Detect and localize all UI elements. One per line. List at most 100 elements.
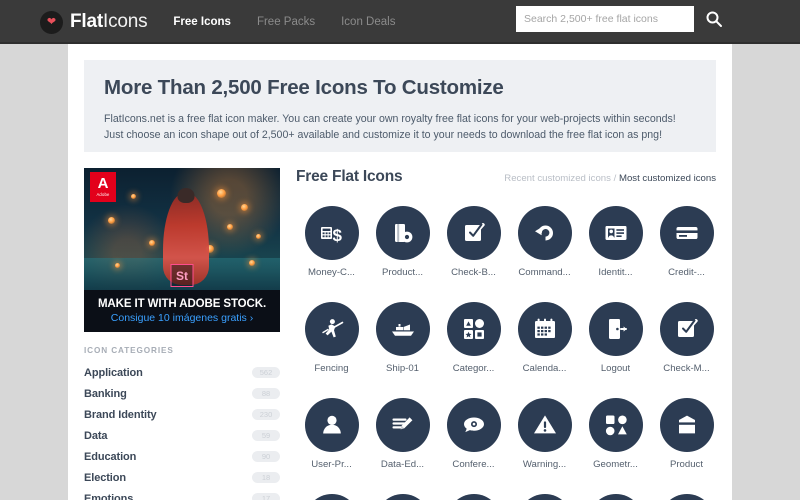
section-title: Free Flat Icons <box>296 168 403 185</box>
ad-caption-area: MAKE IT WITH ADOBE STOCK. Consigue 10 im… <box>84 290 280 332</box>
icon-tile-ship[interactable]: Ship-01 <box>367 302 438 374</box>
search-button[interactable] <box>704 9 724 29</box>
main-navigation: Free Icons Free Packs Icon Deals <box>173 16 395 28</box>
geometry-shapes-icon <box>605 415 627 436</box>
product-package-icon <box>678 415 695 434</box>
ad-cta-link[interactable]: Consigue 10 imágenes gratis › <box>111 312 253 324</box>
fencing-icon <box>321 319 343 338</box>
icon-tile-categories[interactable]: Categor... <box>438 302 509 374</box>
icon-tile-product[interactable]: Product <box>651 398 722 470</box>
categories-grid-icon <box>463 319 484 339</box>
icon-circle <box>375 302 430 356</box>
money-calculator-icon: $ <box>320 226 342 245</box>
brand-logo[interactable]: ❤ FlatIcons <box>40 10 148 34</box>
warning-triangle-icon <box>533 415 556 434</box>
sidebar-item-emotions[interactable]: Emotions 17 <box>84 488 280 500</box>
icon-label: Money-C... <box>308 267 355 278</box>
icon-circle <box>446 494 501 500</box>
hero-line-1: FlatIcons.net is a free flat icon maker.… <box>104 113 676 125</box>
top-header-bar: ❤ FlatIcons Free Icons Free Packs Icon D… <box>0 0 800 44</box>
icon-tile-fencing[interactable]: Fencing <box>296 302 367 374</box>
icon-circle <box>517 206 572 260</box>
icon-tile-user-profile[interactable]: User-Pr... <box>296 398 367 470</box>
icon-tile-maps[interactable]: Maps <box>367 494 438 500</box>
icon-circle <box>446 206 501 260</box>
lantern-icon <box>107 217 115 225</box>
icon-grid: $ Money-C... Product... Check-B... Comma… <box>296 206 716 500</box>
sidebar-item-election[interactable]: Election 18 <box>84 467 280 488</box>
lantern-icon <box>240 204 248 212</box>
category-label: Brand Identity <box>84 408 157 421</box>
icon-tile-money-calculator[interactable]: $ Money-C... <box>296 206 367 278</box>
user-profile-icon <box>322 415 341 434</box>
icon-circle <box>446 302 501 356</box>
category-count-badge: 18 <box>252 472 280 483</box>
category-count-badge: 230 <box>252 409 280 420</box>
svg-text:$: $ <box>332 226 342 245</box>
category-label: Election <box>84 471 126 484</box>
icon-label: Command... <box>518 267 571 278</box>
icon-tile-document[interactable]: Documen... <box>296 494 367 500</box>
icon-tile-identity-card[interactable]: Identit... <box>580 206 651 278</box>
lantern-icon <box>148 240 155 247</box>
hero-line-2: Just choose an icon shape out of 2,500+ … <box>104 129 663 141</box>
icon-label: Data-Ed... <box>380 459 425 470</box>
icon-tile-check-mark[interactable]: Check-M... <box>651 302 722 374</box>
sidebar-item-data[interactable]: Data 59 <box>84 425 280 446</box>
category-count-badge: 59 <box>252 430 280 441</box>
sort-recent-link[interactable]: Recent customized icons <box>504 173 611 184</box>
icon-tile-conference[interactable]: Confere... <box>438 398 509 470</box>
icon-tile-calendar[interactable]: Calenda... <box>509 302 580 374</box>
icon-circle <box>517 302 572 356</box>
sidebar-item-application[interactable]: Application 562 <box>84 362 280 383</box>
sidebar-item-banking[interactable]: Banking 88 <box>84 383 280 404</box>
nav-item-icon-deals[interactable]: Icon Deals <box>341 16 395 28</box>
advertisement-banner[interactable]: A Adobe St MAKE IT WITH ADOBE STOCK. Con… <box>84 168 280 332</box>
icon-circle <box>659 398 714 452</box>
ship-icon <box>391 324 414 336</box>
category-count-badge: 90 <box>252 451 280 462</box>
icon-tile-logout[interactable]: Logout <box>580 302 651 374</box>
data-edit-icon <box>392 417 412 430</box>
sort-most-link[interactable]: Most customized icons <box>619 173 716 184</box>
icon-circle <box>588 398 643 452</box>
icon-tile-geometry[interactable]: Geometr... <box>580 398 651 470</box>
conference-chat-icon <box>463 417 484 433</box>
sidebar-item-education[interactable]: Education 90 <box>84 446 280 467</box>
icon-tile-team-view[interactable]: Team-Vi... <box>438 494 509 500</box>
icon-tile-data-edit[interactable]: Data-Ed... <box>367 398 438 470</box>
identity-card-icon <box>605 226 626 240</box>
sort-links: Recent customized icons / Most customize… <box>504 173 716 184</box>
icon-circle <box>304 494 359 500</box>
sidebar-item-brand-identity[interactable]: Brand Identity 230 <box>84 404 280 425</box>
icon-circle: $ <box>304 206 359 260</box>
icon-label: Fencing <box>314 363 349 374</box>
search-input[interactable] <box>516 6 694 32</box>
icon-tile-import[interactable]: Import <box>509 494 580 500</box>
sidebar-section-title: ICON CATEGORIES <box>84 346 174 355</box>
adobe-logo: A Adobe <box>90 172 116 202</box>
check-box-icon <box>464 223 485 241</box>
category-label: Emotions <box>84 492 134 500</box>
icon-tile-command-undo[interactable]: Command... <box>509 206 580 278</box>
sort-separator: / <box>613 173 617 184</box>
icon-tile-warning[interactable]: Warning... <box>509 398 580 470</box>
icon-tile-product-box[interactable]: Product... <box>367 206 438 278</box>
icon-tile-credit-card[interactable]: Credit-... <box>651 206 722 278</box>
undo-arrow-icon <box>534 225 553 241</box>
icon-label: Calenda... <box>522 363 567 374</box>
category-label: Application <box>84 366 143 379</box>
icon-tile-check-box[interactable]: Check-B... <box>438 206 509 278</box>
icon-browser: Free Flat Icons Recent customized icons … <box>296 168 716 500</box>
search-icon <box>706 11 722 27</box>
adobe-logo-mark: A <box>97 174 109 192</box>
nav-item-free-icons[interactable]: Free Icons <box>173 16 231 28</box>
product-box-icon <box>394 224 412 243</box>
icon-label: Check-M... <box>663 363 710 374</box>
icon-label: User-Pr... <box>311 459 352 470</box>
icon-tile-navigate[interactable]: Navigat... <box>651 494 722 500</box>
lantern-icon <box>227 223 234 230</box>
nav-item-free-packs[interactable]: Free Packs <box>257 16 315 28</box>
icon-label: Categor... <box>452 363 495 374</box>
icon-tile-linux[interactable]: Linux <box>580 494 651 500</box>
